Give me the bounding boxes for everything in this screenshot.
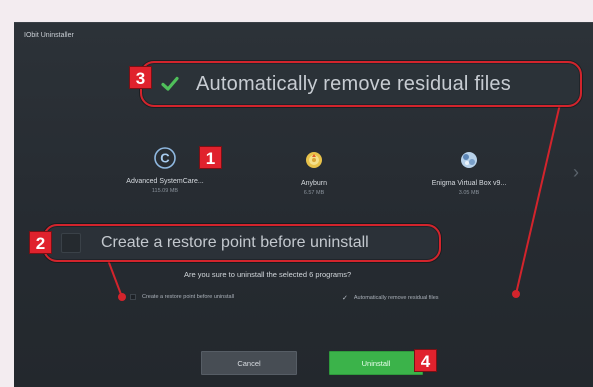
advanced-systemcare-icon: C	[153, 146, 177, 170]
callout-badge-1: 1	[199, 146, 222, 169]
callout-residual-label: Automatically remove residual files	[196, 72, 511, 95]
confirm-question: Are you sure to uninstall the selected 6…	[184, 270, 352, 279]
program-name: Anyburn	[300, 180, 328, 187]
enigma-virtual-box-icon	[457, 148, 481, 172]
callout-badge-3: 3	[129, 66, 152, 89]
check-icon	[160, 74, 180, 94]
anyburn-disc-icon	[302, 148, 326, 172]
cancel-button[interactable]: Cancel	[201, 351, 297, 375]
uninstall-button[interactable]: Uninstall	[329, 351, 423, 375]
screenshot: IObit Uninstaller C Advanced SystemCare.…	[0, 0, 593, 387]
program-name: Advanced SystemCare...	[126, 178, 204, 185]
callout-badge-4: 4	[414, 349, 437, 372]
program-item-enigma-virtual-box[interactable]: Enigma Virtual Box v9... 3.05 MB	[399, 148, 539, 196]
program-size: 6.57 MB	[303, 190, 325, 196]
program-item-anyburn[interactable]: Anyburn 6.57 MB	[244, 148, 384, 196]
unchecked-box-icon	[61, 233, 81, 253]
svg-text:C: C	[160, 151, 170, 166]
residual-files-label: Automatically remove residual files	[353, 295, 439, 301]
chevron-right-icon[interactable]: ›	[573, 162, 579, 183]
callout-badge-2: 2	[29, 231, 52, 254]
program-size: 115.09 MB	[151, 188, 179, 194]
window-title: IObit Uninstaller	[24, 32, 74, 39]
residual-files-option[interactable]: ✓ Automatically remove residual files	[342, 294, 439, 302]
restore-point-label: Create a restore point before uninstall	[142, 294, 235, 300]
callout-restore-label: Create a restore point before uninstall	[101, 234, 369, 251]
program-size: 3.05 MB	[458, 190, 480, 196]
program-name: Enigma Virtual Box v9...	[431, 180, 507, 187]
check-icon[interactable]: ✓	[342, 294, 348, 302]
restore-point-checkbox[interactable]	[130, 294, 136, 300]
callout-residual-files: Automatically remove residual files	[140, 61, 582, 107]
callout-restore-point: Create a restore point before uninstall	[43, 224, 441, 262]
restore-point-option[interactable]: Create a restore point before uninstall	[130, 294, 234, 300]
